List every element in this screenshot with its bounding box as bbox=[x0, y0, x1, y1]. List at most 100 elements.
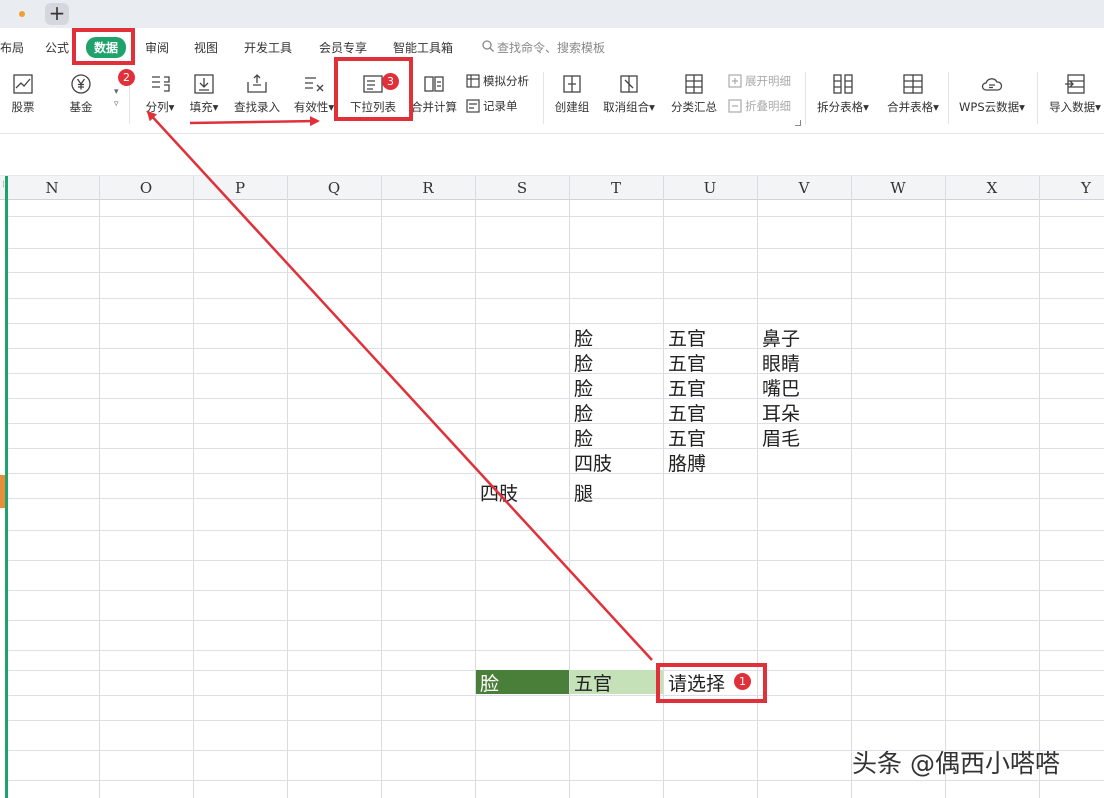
tab-formula[interactable]: 公式 bbox=[45, 39, 69, 56]
grid-line bbox=[6, 530, 1104, 531]
grid-line bbox=[381, 176, 382, 798]
fill-down-icon bbox=[194, 74, 214, 94]
lookup-entry-button[interactable]: 查找录入 bbox=[230, 66, 284, 128]
col-header-W[interactable]: W bbox=[851, 179, 945, 197]
cell-T[interactable]: 脸 bbox=[574, 324, 593, 351]
grid-line bbox=[6, 248, 1104, 249]
cell-V[interactable]: 眼睛 bbox=[762, 349, 800, 376]
col-header-T[interactable]: T bbox=[569, 179, 663, 197]
simulate-button[interactable]: 模拟分析 bbox=[466, 73, 529, 91]
expand-detail-button[interactable]: 展开明细 bbox=[728, 73, 791, 91]
new-tab-button[interactable]: + bbox=[45, 3, 69, 25]
cell-U[interactable]: 五官 bbox=[668, 424, 706, 451]
unsaved-dot bbox=[19, 11, 25, 17]
split-column-button[interactable]: 分列▾ bbox=[140, 66, 180, 128]
validity-label: 有效性▾ bbox=[293, 100, 335, 114]
cell-V[interactable]: 鼻子 bbox=[762, 324, 800, 351]
cell-U[interactable]: 五官 bbox=[668, 324, 706, 351]
tab-developer[interactable]: 开发工具 bbox=[244, 39, 292, 56]
expand-detail-icon bbox=[728, 74, 742, 88]
cell-T-features[interactable]: 五官 bbox=[574, 669, 612, 696]
create-group-label: 创建组 bbox=[554, 100, 590, 114]
fill-button[interactable]: 填充▾ bbox=[184, 66, 224, 128]
ungroup-button[interactable]: 取消组合▾ bbox=[600, 66, 658, 128]
cell-T[interactable]: 脸 bbox=[574, 349, 593, 376]
active-row-marker bbox=[0, 475, 5, 508]
split-column-icon bbox=[152, 76, 170, 92]
col-header-X[interactable]: X bbox=[945, 179, 1039, 197]
col-header-N[interactable]: N bbox=[5, 179, 99, 197]
cell-T[interactable]: 四肢 bbox=[574, 449, 612, 476]
command-search[interactable]: 查找命令、搜索模板 bbox=[497, 39, 605, 56]
wps-cloud-data-button[interactable]: WPS云数据▾ bbox=[954, 66, 1030, 128]
cell-T[interactable]: 脸 bbox=[574, 399, 593, 426]
col-header-S[interactable]: S bbox=[475, 179, 569, 197]
stock-button[interactable]: 股票 bbox=[0, 66, 46, 128]
group-settings-launcher[interactable] bbox=[795, 120, 801, 126]
cell-T[interactable]: 脸 bbox=[574, 374, 593, 401]
import-data-button[interactable]: 导入数据▾ bbox=[1046, 66, 1104, 128]
grid-line bbox=[99, 176, 100, 798]
cell-S[interactable]: 四肢 bbox=[480, 479, 518, 506]
divider bbox=[948, 72, 949, 124]
grid-line bbox=[6, 695, 1104, 696]
cell-U[interactable]: 五官 bbox=[668, 374, 706, 401]
col-header-Q[interactable]: Q bbox=[287, 179, 381, 197]
ungroup-icon bbox=[620, 75, 638, 93]
tab-layout[interactable]: 布局 bbox=[0, 39, 24, 56]
merge-calc-button[interactable]: 合并计算 bbox=[408, 66, 460, 128]
cell-U[interactable]: 五官 bbox=[668, 349, 706, 376]
formula-bar-area bbox=[0, 134, 1104, 176]
cell-T[interactable]: 脸 bbox=[574, 424, 593, 451]
create-group-button[interactable]: 创建组 bbox=[550, 66, 594, 128]
grid-line bbox=[6, 298, 1104, 299]
cell-S-face[interactable]: 脸 bbox=[480, 669, 499, 696]
cell-V[interactable]: 眉毛 bbox=[762, 424, 800, 451]
validity-icon bbox=[305, 77, 324, 92]
lookup-entry-label: 查找录入 bbox=[234, 100, 280, 114]
record-button[interactable]: 记录单 bbox=[466, 98, 518, 116]
cell-V[interactable]: 耳朵 bbox=[762, 399, 800, 426]
grid-line bbox=[6, 373, 1104, 374]
validity-button[interactable]: 有效性▾ bbox=[290, 66, 338, 128]
tab-smart-tools[interactable]: 智能工具箱 bbox=[393, 39, 453, 56]
col-header-R[interactable]: R bbox=[381, 179, 475, 197]
tab-view[interactable]: 视图 bbox=[194, 39, 218, 56]
merge-table-button[interactable]: 合并表格▾ bbox=[882, 66, 944, 128]
cell-U[interactable]: 五官 bbox=[668, 399, 706, 426]
grid-line bbox=[6, 423, 1104, 424]
grid-line bbox=[851, 176, 852, 798]
fund-button[interactable]: 基金 bbox=[58, 66, 104, 128]
cloud-data-icon bbox=[981, 78, 1003, 91]
grid-line bbox=[6, 473, 1104, 474]
step-badge-2: 2 bbox=[118, 69, 135, 86]
stock-label: 股票 bbox=[11, 100, 35, 114]
cell-U[interactable]: 胳膊 bbox=[668, 449, 706, 476]
tab-member[interactable]: 会员专享 bbox=[319, 39, 367, 56]
grid-line bbox=[945, 176, 946, 798]
col-header-U[interactable]: U bbox=[663, 179, 757, 197]
gallery-scroll[interactable]: ▾ ▿ bbox=[114, 86, 124, 116]
lookup-entry-icon bbox=[247, 74, 267, 93]
grid-line bbox=[6, 590, 1104, 591]
collapse-detail-button[interactable]: 折叠明细 bbox=[728, 98, 791, 116]
import-data-label: 导入数据▾ bbox=[1049, 100, 1101, 114]
col-header-O[interactable]: O bbox=[99, 179, 193, 197]
grid-line bbox=[6, 348, 1104, 349]
divider bbox=[1037, 72, 1038, 124]
cell-T[interactable]: 腿 bbox=[574, 479, 593, 506]
col-header-V[interactable]: V bbox=[757, 179, 851, 197]
grid-line bbox=[6, 323, 1104, 324]
split-table-label: 拆分表格▾ bbox=[817, 100, 869, 114]
fill-label: 填充▾ bbox=[189, 100, 219, 114]
col-header-Y[interactable]: Y bbox=[1039, 179, 1104, 197]
split-table-button[interactable]: 拆分表格▾ bbox=[813, 66, 873, 128]
col-header-P[interactable]: P bbox=[193, 179, 287, 197]
grid-line bbox=[287, 176, 288, 798]
wps-cloud-data-label: WPS云数据▾ bbox=[959, 100, 1025, 114]
watermark: 头条 @偶西小嗒嗒 bbox=[852, 749, 1060, 778]
subtotal-button[interactable]: 分类汇总 bbox=[668, 66, 720, 128]
cell-V[interactable]: 嘴巴 bbox=[762, 374, 800, 401]
grid-line bbox=[6, 780, 1104, 781]
tab-review[interactable]: 审阅 bbox=[145, 39, 169, 56]
